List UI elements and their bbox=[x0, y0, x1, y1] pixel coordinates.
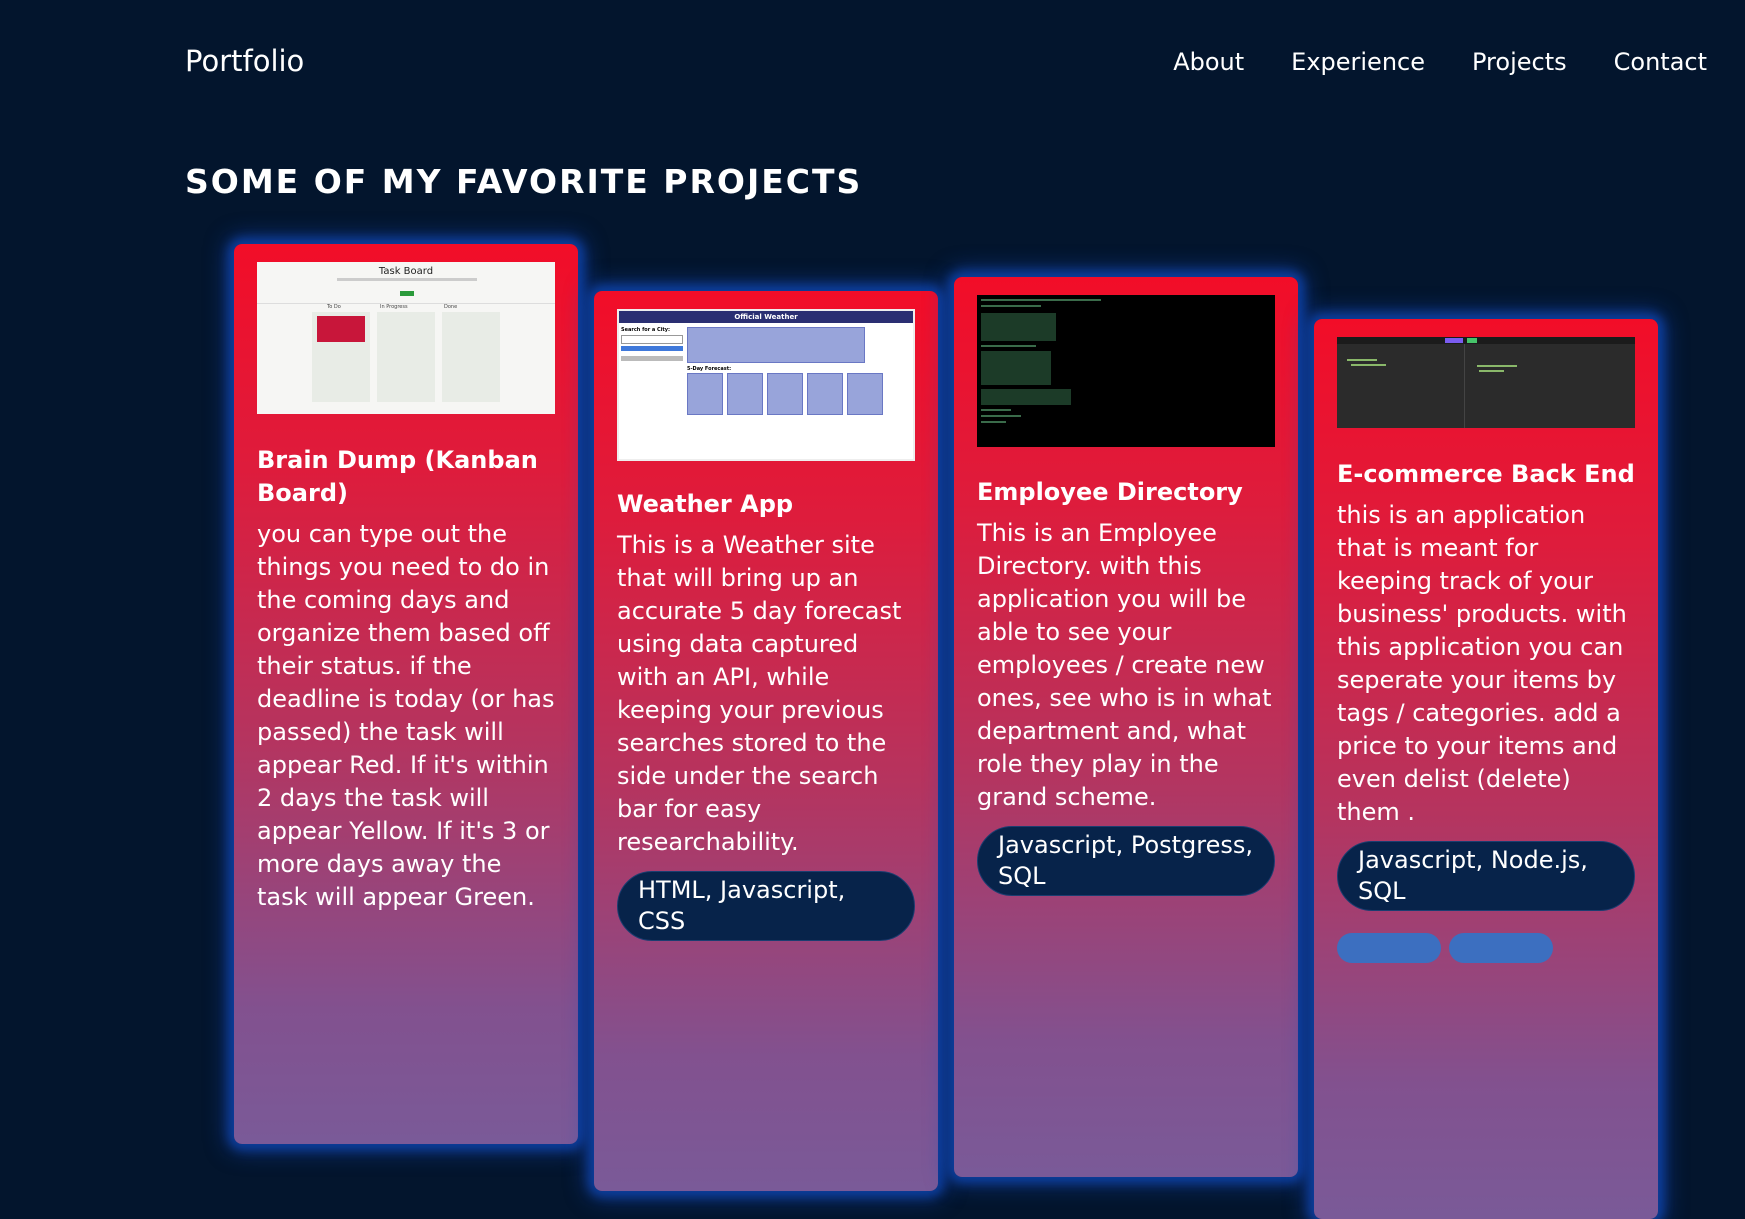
terminal-line bbox=[981, 421, 1006, 423]
nav-experience[interactable]: Experience bbox=[1291, 48, 1425, 76]
project-description: this is an application that is meant for… bbox=[1337, 501, 1627, 826]
project-description: This is an Employee Directory. with this… bbox=[977, 519, 1272, 811]
project-card-ecommerce-back-end[interactable]: E-commerce Back End this is an applicati… bbox=[1314, 319, 1658, 1219]
screenshot-search-input bbox=[621, 335, 683, 344]
project-screenshot[interactable] bbox=[1337, 337, 1635, 428]
screenshot-task-card bbox=[317, 316, 365, 342]
project-card-employee-directory[interactable]: Employee Directory This is an Employee D… bbox=[954, 277, 1298, 1177]
terminal-line bbox=[981, 305, 1041, 307]
screenshot-clear-button bbox=[621, 356, 683, 361]
project-screenshot[interactable] bbox=[977, 295, 1275, 447]
terminal-table bbox=[981, 351, 1051, 385]
project-tech-tags[interactable]: HTML, Javascript, CSS bbox=[617, 871, 915, 941]
screenshot-column-label: In Progress bbox=[380, 304, 408, 310]
screenshot-send-button bbox=[1445, 338, 1463, 343]
screenshot-code-line bbox=[1479, 370, 1504, 372]
screenshot-header: Official Weather bbox=[619, 311, 913, 323]
project-card-weather-app[interactable]: Official Weather Search for a City: 5-Da… bbox=[594, 291, 938, 1191]
nav-about[interactable]: About bbox=[1173, 48, 1244, 76]
screenshot-forecast-label: 5-Day Forecast: bbox=[687, 366, 732, 372]
main-nav: About Experience Projects Contact bbox=[1173, 48, 1707, 76]
project-link-button[interactable] bbox=[1449, 933, 1553, 963]
screenshot-search-label: Search for a City: bbox=[621, 327, 671, 333]
project-description: you can type out the things you need to … bbox=[257, 520, 555, 911]
screenshot-search-button bbox=[621, 346, 683, 351]
screenshot-column bbox=[442, 312, 500, 402]
project-title: Brain Dump (Kanban Board) bbox=[257, 446, 538, 507]
screenshot-forecast-day bbox=[767, 373, 803, 415]
screenshot-toolbar bbox=[1337, 337, 1635, 344]
project-card-brain-dump[interactable]: Task Board To Do In Progress Done Brain … bbox=[234, 244, 578, 1144]
brand-logo[interactable]: Portfolio bbox=[185, 44, 304, 78]
project-title: Weather App bbox=[617, 490, 794, 518]
screenshot-today-panel bbox=[687, 327, 865, 363]
project-link-button[interactable] bbox=[1337, 933, 1441, 963]
section-title: SOME OF MY FAVORITE PROJECTS bbox=[185, 162, 863, 201]
project-tech-tags[interactable]: Javascript, Node.js, SQL bbox=[1337, 841, 1635, 911]
project-title: E-commerce Back End bbox=[1337, 460, 1635, 488]
terminal-table bbox=[981, 389, 1071, 405]
screenshot-code-line bbox=[1347, 359, 1377, 361]
screenshot-add-button bbox=[400, 291, 414, 296]
screenshot-forecast-day bbox=[807, 373, 843, 415]
project-screenshot[interactable]: Official Weather Search for a City: 5-Da… bbox=[617, 309, 915, 461]
screenshot-column bbox=[377, 312, 435, 402]
screenshot-split bbox=[1464, 344, 1465, 428]
screenshot-code-line bbox=[1477, 365, 1517, 367]
screenshot-title: Task Board bbox=[378, 266, 434, 277]
project-title: Employee Directory bbox=[977, 478, 1243, 506]
screenshot-column-label: To Do bbox=[327, 304, 341, 310]
terminal-line bbox=[981, 409, 1011, 411]
terminal-line bbox=[981, 299, 1101, 301]
project-description: This is a Weather site that will bring u… bbox=[617, 531, 902, 856]
terminal-table bbox=[981, 313, 1056, 341]
screenshot-forecast-day bbox=[687, 373, 723, 415]
screenshot-code-line bbox=[1351, 364, 1386, 366]
screenshot-column-label: Done bbox=[444, 304, 458, 310]
screenshot-status bbox=[1467, 338, 1477, 343]
terminal-line bbox=[981, 345, 1036, 347]
nav-projects[interactable]: Projects bbox=[1472, 48, 1567, 76]
screenshot-subtitle-bar bbox=[337, 278, 477, 281]
screenshot-forecast-day bbox=[847, 373, 883, 415]
terminal-line bbox=[981, 415, 1021, 417]
project-screenshot[interactable]: Task Board To Do In Progress Done bbox=[257, 262, 555, 414]
project-tech-tags[interactable]: Javascript, Postgress, SQL bbox=[977, 826, 1275, 896]
screenshot-forecast-day bbox=[727, 373, 763, 415]
nav-contact[interactable]: Contact bbox=[1614, 48, 1707, 76]
